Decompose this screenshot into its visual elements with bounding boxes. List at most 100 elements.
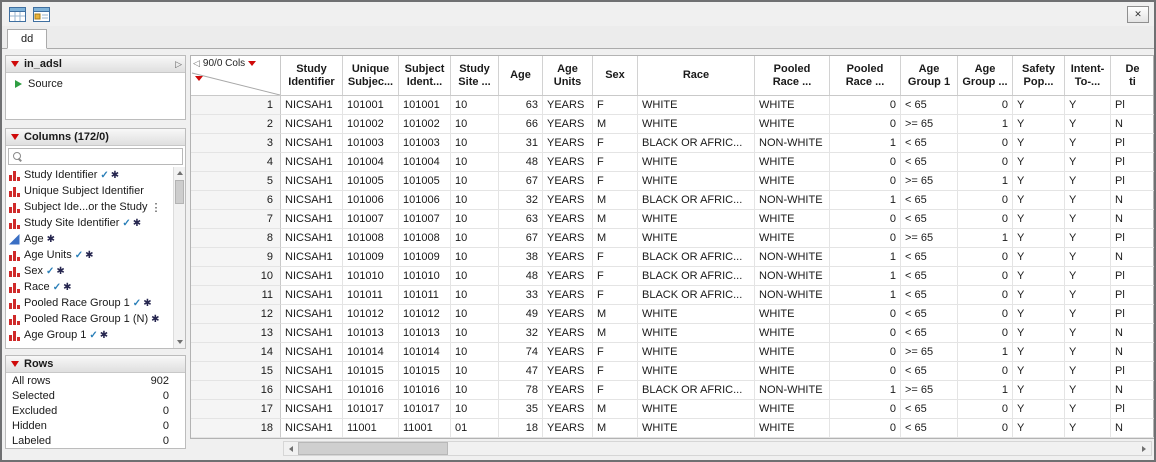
data-cell[interactable]: 101015 [399,362,451,381]
data-cell[interactable]: F [593,134,638,153]
data-cell[interactable]: M [593,400,638,419]
data-cell[interactable]: 101008 [399,229,451,248]
data-cell[interactable]: Y [1065,96,1111,115]
data-cell[interactable]: N [1111,419,1154,438]
data-cell[interactable]: 63 [499,96,543,115]
data-cell[interactable]: 10 [451,305,499,324]
data-cell[interactable]: Y [1065,153,1111,172]
row-number-cell[interactable]: 14 [191,343,281,362]
data-cell[interactable]: F [593,362,638,381]
data-cell[interactable]: 10 [451,191,499,210]
data-cell[interactable]: 101013 [399,324,451,343]
column-header[interactable]: Safety Pop... [1013,56,1065,95]
row-number-cell[interactable]: 12 [191,305,281,324]
data-cell[interactable]: WHITE [755,153,830,172]
data-cell[interactable]: 0 [958,248,1013,267]
column-list-item[interactable]: Pooled Race Group 1✓✱ [6,295,172,311]
data-cell[interactable]: YEARS [543,305,593,324]
vertical-scrollbar-thumb[interactable] [175,180,184,204]
data-cell[interactable]: 74 [499,343,543,362]
data-cell[interactable]: 35 [499,400,543,419]
data-cell[interactable]: YEARS [543,172,593,191]
data-cell[interactable]: 1 [830,248,901,267]
data-cell[interactable]: < 65 [901,362,958,381]
column-header[interactable]: Pooled Race ... [830,56,901,95]
data-cell[interactable]: 101007 [399,210,451,229]
data-cell[interactable]: F [593,286,638,305]
data-cell[interactable]: 101006 [343,191,399,210]
data-cell[interactable]: YEARS [543,210,593,229]
data-cell[interactable]: 101011 [343,286,399,305]
data-cell[interactable]: Y [1065,248,1111,267]
data-cell[interactable]: 0 [830,343,901,362]
data-cell[interactable]: WHITE [638,229,755,248]
data-cell[interactable]: BLACK OR AFRIC... [638,267,755,286]
column-header[interactable]: Intent- To-... [1065,56,1111,95]
data-cell[interactable]: 101016 [343,381,399,400]
data-cell[interactable]: Y [1065,115,1111,134]
column-header[interactable]: Race [638,56,755,95]
data-cell[interactable]: 66 [499,115,543,134]
data-cell[interactable]: 0 [958,400,1013,419]
data-cell[interactable]: NON-WHITE [755,267,830,286]
data-cell[interactable]: YEARS [543,381,593,400]
data-cell[interactable]: < 65 [901,96,958,115]
column-list-item[interactable]: Age Units✓✱ [6,247,172,263]
data-cell[interactable]: WHITE [638,153,755,172]
data-cell[interactable]: NICSAH1 [281,324,343,343]
column-header[interactable]: Age [499,56,543,95]
data-cell[interactable]: 63 [499,210,543,229]
rows-stat-row[interactable]: All rows902 [6,373,185,388]
column-header[interactable]: Age Group 1 [901,56,958,95]
data-cell[interactable]: 11001 [343,419,399,438]
horizontal-scrollbar[interactable] [283,441,1152,456]
data-cell[interactable]: 101003 [399,134,451,153]
data-cell[interactable]: 1 [958,229,1013,248]
data-cell[interactable]: >= 65 [901,229,958,248]
data-cell[interactable]: 10 [451,267,499,286]
data-cell[interactable]: BLACK OR AFRIC... [638,286,755,305]
data-cell[interactable]: 10 [451,248,499,267]
row-number-cell[interactable]: 8 [191,229,281,248]
columns-red-triangle-icon[interactable] [248,61,256,66]
data-cell[interactable]: Pl [1111,134,1154,153]
data-cell[interactable]: WHITE [638,324,755,343]
data-cell[interactable]: 0 [830,153,901,172]
column-list-item[interactable]: Pooled Race Group 1 (N)✱ [6,311,172,327]
data-cell[interactable]: 0 [830,400,901,419]
column-header[interactable]: Study Identifier [281,56,343,95]
data-cell[interactable]: NICSAH1 [281,381,343,400]
column-list-item[interactable]: Race✓✱ [6,279,172,295]
data-cell[interactable]: 10 [451,286,499,305]
data-cell[interactable]: Y [1013,134,1065,153]
data-cell[interactable]: YEARS [543,324,593,343]
row-number-cell[interactable]: 17 [191,400,281,419]
data-cell[interactable]: YEARS [543,153,593,172]
data-cell[interactable]: 49 [499,305,543,324]
data-cell[interactable]: F [593,96,638,115]
data-cell[interactable]: NICSAH1 [281,229,343,248]
horizontal-scrollbar-thumb[interactable] [298,442,448,455]
data-cell[interactable]: Pl [1111,229,1154,248]
data-cell[interactable]: >= 65 [901,343,958,362]
row-number-cell[interactable]: 7 [191,210,281,229]
red-triangle-menu-icon[interactable] [9,132,21,143]
data-cell[interactable]: 1 [830,134,901,153]
data-cell[interactable]: 67 [499,172,543,191]
column-header[interactable]: Study Site ... [451,56,499,95]
data-cell[interactable]: 10 [451,172,499,191]
data-cell[interactable]: Y [1065,324,1111,343]
data-cell[interactable]: 33 [499,286,543,305]
data-cell[interactable]: 0 [830,172,901,191]
data-cell[interactable]: YEARS [543,267,593,286]
row-number-cell[interactable]: 13 [191,324,281,343]
data-cell[interactable]: >= 65 [901,381,958,400]
data-cell[interactable]: 1 [958,381,1013,400]
row-number-cell[interactable]: 5 [191,172,281,191]
data-cell[interactable]: 101004 [399,153,451,172]
data-cell[interactable]: 101010 [343,267,399,286]
column-list-item[interactable]: Subject Ide...or the Study⋮ [6,199,172,215]
data-cell[interactable]: < 65 [901,324,958,343]
data-cell[interactable]: NICSAH1 [281,248,343,267]
data-cell[interactable]: Y [1013,305,1065,324]
